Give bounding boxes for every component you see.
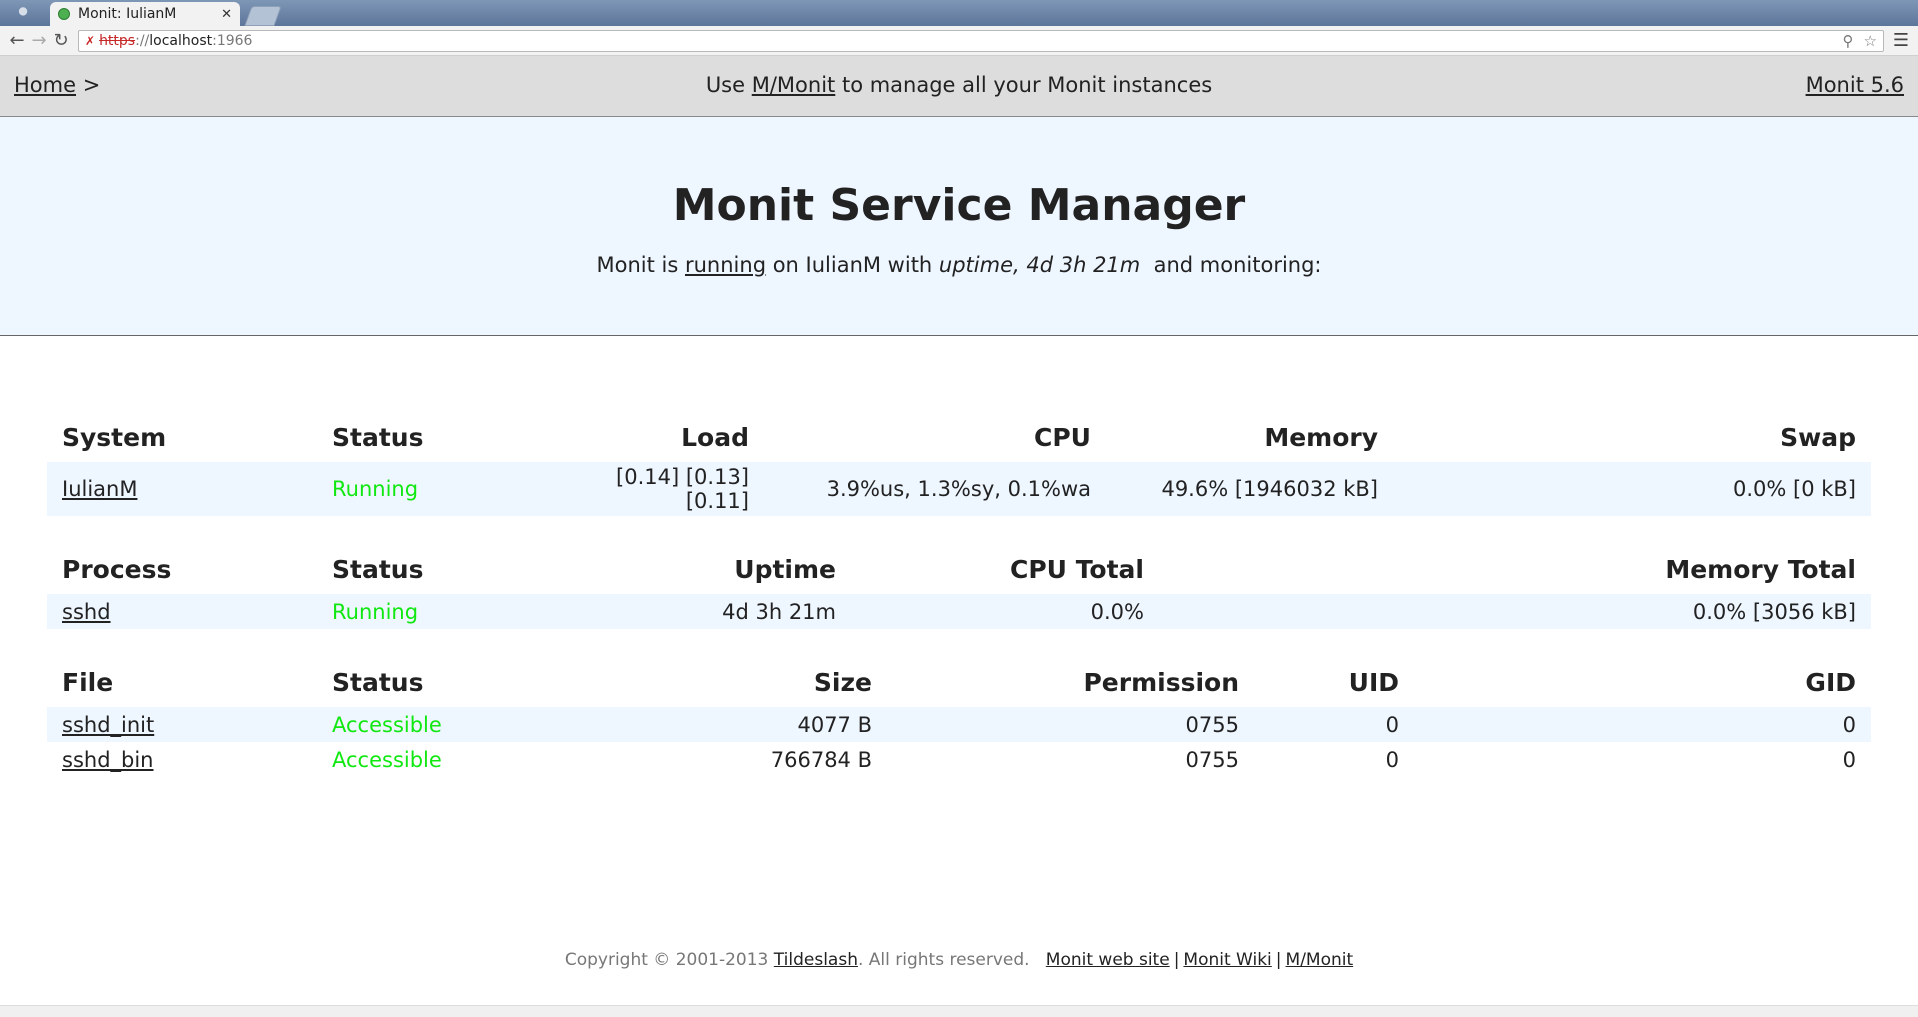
status-cell: Running: [317, 462, 537, 516]
zoom-icon[interactable]: ⚲: [1843, 32, 1854, 50]
table-row: IulianM Running [0.14] [0.13] [0.11] 3.9…: [47, 462, 1871, 516]
process-link[interactable]: sshd: [62, 600, 111, 624]
size-cell: 4077 B: [537, 707, 887, 742]
copyright-text: Copyright © 2001-2013: [564, 950, 774, 970]
summary-post: and monitoring:: [1140, 253, 1322, 277]
summary-mid: on IulianM with: [766, 253, 939, 277]
col-header: Size: [813, 668, 872, 697]
col-header: GID: [1805, 668, 1856, 697]
summary-pre: Monit is: [596, 253, 685, 277]
status-cell: Running: [317, 594, 537, 629]
system-table: System Status Load CPU Memory Swap Iulia…: [47, 418, 1871, 516]
uid-cell: 0: [1254, 707, 1414, 742]
running-link[interactable]: running: [685, 253, 766, 277]
footer-separator: |: [1275, 950, 1282, 970]
file-table: File Status Size Permission UID GID sshd…: [47, 663, 1871, 777]
url-separator: ://: [135, 32, 150, 49]
process-table: Process Status Uptime CPU Total Memory T…: [47, 550, 1871, 629]
col-header: Uptime: [734, 555, 836, 584]
file-link[interactable]: sshd_init: [62, 713, 154, 737]
col-header: Process: [62, 555, 172, 584]
col-header: Status: [332, 668, 424, 697]
gid-cell: 0: [1842, 747, 1856, 772]
table-header-row: System Status Load CPU Memory Swap: [47, 418, 1871, 462]
incognito-icon: ⚫: [15, 1, 31, 23]
col-header: File: [62, 668, 114, 697]
bookmark-star-icon[interactable]: ☆: [1864, 32, 1877, 50]
top-nav: Home > Use M/Monit to manage all your Mo…: [0, 56, 1918, 117]
browser-toolbar: ← → ↻ ✗ https://localhost:1966 ⚲ ☆ ☰: [0, 26, 1918, 56]
col-header: CPU Total: [1010, 555, 1144, 584]
horizontal-scrollbar[interactable]: [0, 1005, 1918, 1017]
favicon-icon: [58, 8, 70, 20]
browser-tabstrip: ⚫ Monit: IulianM ✕: [0, 0, 1918, 26]
footer-separator: |: [1173, 950, 1180, 970]
monit-website-link[interactable]: Monit web site: [1046, 950, 1170, 970]
col-header: Permission: [1083, 668, 1239, 697]
monit-wiki-link[interactable]: Monit Wiki: [1183, 950, 1271, 970]
col-header: Status: [332, 423, 424, 452]
uid-cell: 0: [1385, 747, 1399, 772]
file-link[interactable]: sshd_bin: [62, 748, 154, 772]
load-cell: [0.14] [0.13] [0.11]: [537, 462, 764, 516]
col-header: Memory: [1264, 423, 1378, 452]
address-bar[interactable]: ✗ https://localhost:1966 ⚲ ☆: [78, 29, 1884, 52]
permission-cell: 0755: [887, 707, 1254, 742]
mmonit-promo: Use M/Monit to manage all your Monit ins…: [0, 73, 1918, 97]
tildeslash-link[interactable]: Tildeslash: [774, 950, 858, 970]
system-link[interactable]: IulianM: [62, 477, 137, 501]
col-header: Memory Total: [1665, 555, 1856, 584]
status-cell: Accessible: [317, 707, 537, 742]
cpu-total-cell: 0.0%: [851, 594, 1159, 629]
header-banner: Monit Service Manager Monit is running o…: [0, 117, 1918, 336]
gid-cell: 0: [1414, 707, 1871, 742]
col-header: System: [62, 423, 167, 452]
col-header: UID: [1348, 668, 1399, 697]
promo-text-post: to manage all your Monit instances: [835, 73, 1213, 97]
mmonit-link[interactable]: M/Monit: [752, 73, 836, 97]
memory-cell: 49.6% [1946032 kB]: [1106, 462, 1393, 516]
browser-menu-icon[interactable]: ☰: [1890, 30, 1912, 51]
tab-title: Monit: IulianM: [78, 6, 177, 22]
url-host: localhost: [149, 32, 213, 49]
rights-text: . All rights reserved.: [857, 950, 1041, 970]
table-row: sshd_init Accessible 4077 B 0755 0 0: [47, 707, 1871, 742]
table-row: sshd_bin Accessible 766784 B 0755 0 0: [47, 742, 1871, 777]
cpu-cell: 3.9%us, 1.3%sy, 0.1%wa: [764, 462, 1106, 516]
memory-total-cell: 0.0% [3056 kB]: [1159, 594, 1871, 629]
footer: Copyright © 2001-2013 Tildeslash. All ri…: [0, 950, 1918, 970]
swap-cell: 0.0% [0 kB]: [1393, 462, 1871, 516]
table-header-row: File Status Size Permission UID GID: [47, 663, 1871, 707]
url-port: :1966: [212, 32, 253, 49]
col-header: CPU: [1034, 423, 1091, 452]
service-tables: System Status Load CPU Memory Swap Iulia…: [0, 336, 1918, 777]
table-header-row: Process Status Uptime CPU Total Memory T…: [47, 550, 1871, 594]
mmonit-footer-link[interactable]: M/Monit: [1286, 950, 1354, 970]
insecure-lock-icon[interactable]: ✗: [85, 34, 95, 48]
new-tab-button[interactable]: [244, 6, 282, 26]
browser-tab[interactable]: Monit: IulianM ✕: [50, 2, 240, 26]
permission-cell: 0755: [1185, 747, 1239, 772]
col-header: Load: [681, 423, 749, 452]
back-icon[interactable]: ←: [6, 30, 28, 51]
page-title: Monit Service Manager: [672, 180, 1246, 231]
close-tab-icon[interactable]: ✕: [221, 7, 232, 22]
promo-text-pre: Use: [705, 73, 752, 97]
url-scheme: https: [99, 32, 136, 49]
size-cell: 766784 B: [770, 747, 872, 772]
uptime-cell: 4d 3h 21m: [537, 594, 851, 629]
status-cell: Accessible: [332, 747, 442, 772]
col-header: Status: [332, 555, 424, 584]
col-header: Swap: [1780, 423, 1856, 452]
version-link[interactable]: Monit 5.6: [1806, 73, 1904, 97]
table-row: sshd Running 4d 3h 21m 0.0% 0.0% [3056 k…: [47, 594, 1871, 629]
reload-icon[interactable]: ↻: [50, 30, 72, 51]
uptime-text: uptime, 4d 3h 21m: [938, 253, 1141, 277]
status-summary: Monit is running on IulianM with uptime,…: [0, 253, 1918, 277]
forward-icon[interactable]: →: [28, 30, 50, 51]
